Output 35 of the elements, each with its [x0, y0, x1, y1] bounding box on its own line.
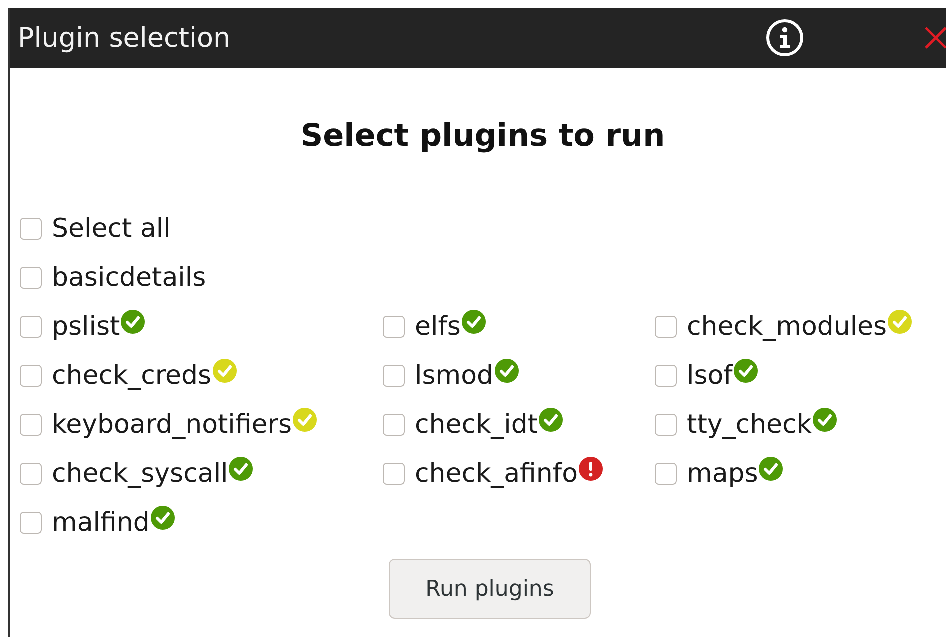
checkbox[interactable] [655, 316, 677, 338]
checkbox-label[interactable]: elfs [415, 310, 461, 342]
checkbox-label[interactable]: basicdetails [52, 262, 206, 294]
checkbox-label[interactable]: lsof [687, 360, 733, 392]
checkbox[interactable] [20, 364, 42, 386]
window-title: Plugin selection [18, 22, 232, 54]
checkbox-label[interactable]: check_idt [415, 408, 538, 440]
checkbox-label[interactable]: check_modules [687, 310, 888, 342]
checkbox[interactable] [20, 316, 42, 338]
checkbox-label[interactable]: Select all [52, 212, 171, 244]
checkbox[interactable] [655, 462, 677, 484]
checkbox[interactable] [383, 414, 405, 436]
checkbox-label[interactable]: lsmod [415, 360, 494, 392]
checkbox-label[interactable]: keyboard_notifiers [52, 408, 292, 440]
checkbox[interactable] [655, 364, 677, 386]
info-icon[interactable] [766, 19, 804, 57]
run-plugins-button[interactable]: Run plugins [389, 559, 591, 619]
checkbox-label[interactable]: tty_check [687, 408, 812, 440]
checkbox[interactable] [383, 316, 405, 338]
checkbox[interactable] [20, 414, 42, 436]
checkbox[interactable] [655, 414, 677, 436]
checkbox-label[interactable]: check_afinfo [415, 458, 578, 490]
checkbox-label[interactable]: check_syscall [52, 458, 228, 490]
checkbox[interactable] [20, 218, 42, 240]
checkbox[interactable] [20, 462, 42, 484]
checkbox-label[interactable]: malfind [52, 506, 150, 538]
dialog-heading: Select plugins to run [300, 117, 666, 156]
checkbox-label[interactable]: maps [687, 458, 758, 490]
checkbox[interactable] [383, 364, 405, 386]
checkbox[interactable] [20, 512, 42, 534]
close-icon[interactable] [924, 26, 946, 50]
checkbox-label[interactable]: check_creds [52, 360, 212, 392]
checkbox-label[interactable]: pslist [52, 310, 120, 342]
checkbox[interactable] [383, 462, 405, 484]
checkbox[interactable] [20, 266, 42, 288]
